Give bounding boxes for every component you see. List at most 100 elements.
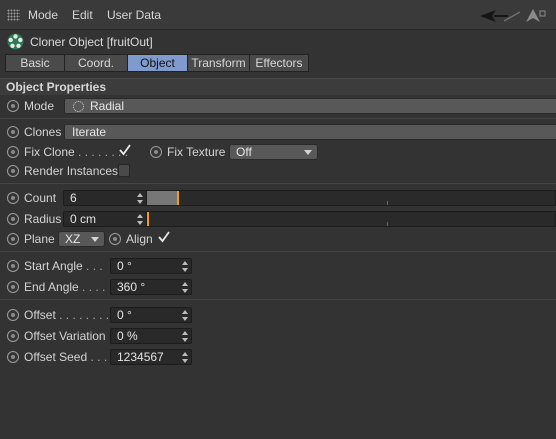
keyframe-icon[interactable] — [7, 146, 19, 158]
keyframe-icon[interactable] — [150, 146, 162, 158]
slider-tick — [387, 201, 388, 205]
chevron-down-icon — [91, 237, 99, 242]
keyframe-icon[interactable] — [7, 233, 19, 245]
keyframe-icon[interactable] — [7, 213, 19, 225]
plane-value: XZ — [65, 232, 81, 246]
count-label: Count — [24, 191, 57, 205]
offset-input[interactable]: 0 ° — [110, 307, 192, 323]
spinner-icon[interactable] — [182, 352, 188, 363]
row-start-angle: Start Angle . . . 0 ° — [0, 257, 556, 275]
row-fix-clone: Fix Clone . . . . . . . . Fix Texture Of… — [0, 143, 556, 161]
slider-handle[interactable] — [147, 212, 149, 226]
menu-mode[interactable]: Mode — [28, 8, 58, 22]
align-checkbox[interactable] — [157, 230, 171, 244]
start-angle-label: Start Angle . . . — [24, 259, 103, 273]
keyframe-icon[interactable] — [7, 165, 19, 177]
mode-label: Mode — [24, 99, 55, 113]
fix-texture-value: Off — [236, 145, 252, 159]
row-render-instances: Render Instances — [0, 162, 556, 180]
back-arrow-icon[interactable] — [480, 10, 508, 22]
radius-input[interactable]: 0 cm — [63, 211, 147, 227]
offset-variation-input[interactable]: 0 % — [110, 328, 192, 344]
keyframe-icon[interactable] — [7, 126, 19, 138]
keyframe-icon[interactable] — [7, 100, 19, 112]
count-slider[interactable] — [146, 190, 556, 206]
spinner-icon[interactable] — [182, 261, 188, 272]
fix-texture-dropdown[interactable]: Off — [229, 144, 318, 160]
section-title: Object Properties — [6, 80, 107, 94]
end-angle-dots: . . . . — [78, 280, 106, 294]
row-offset-seed: Offset Seed . . . 1234567 — [0, 348, 556, 366]
radial-icon — [73, 101, 84, 112]
keyframe-icon[interactable] — [7, 192, 19, 204]
tab-transform[interactable]: Transform — [187, 54, 249, 72]
end-angle-input[interactable]: 360 ° — [110, 279, 192, 295]
end-angle-value: 360 ° — [117, 280, 146, 294]
radius-label: Radius — [24, 212, 62, 226]
fix-clone-label-text: Fix Clone — [24, 145, 75, 159]
align-label: Align — [126, 232, 153, 246]
start-angle-value: 0 ° — [117, 259, 132, 273]
spinner-icon[interactable] — [182, 282, 188, 293]
mode-dropdown[interactable]: Radial — [64, 98, 556, 114]
row-plane: Plane XZ Align — [0, 230, 556, 248]
cloner-icon — [7, 33, 24, 50]
row-clones: Clones Iterate — [0, 123, 556, 141]
tab-coord[interactable]: Coord. — [64, 54, 127, 72]
spinner-icon[interactable] — [182, 331, 188, 342]
offset-label-text: Offset — [24, 308, 56, 322]
section-header: Object Properties — [0, 78, 556, 95]
start-angle-dots: . . . — [82, 259, 103, 273]
mode-value: Radial — [90, 99, 125, 113]
offset-seed-label-text: Offset Seed — [24, 350, 88, 364]
tab-bar: Basic Coord. Object Transform Effectors — [5, 54, 309, 72]
menubar: Mode Edit User Data — [0, 0, 556, 30]
row-offset-variation: Offset Variation 0 % — [0, 327, 556, 345]
slider-fill — [147, 191, 178, 205]
end-angle-label-text: End Angle — [24, 280, 79, 294]
offset-label: Offset . . . . . . . . — [24, 308, 109, 322]
start-angle-label-text: Start Angle — [24, 259, 83, 273]
clones-dropdown[interactable]: Iterate — [64, 124, 556, 140]
tab-basic[interactable]: Basic — [5, 54, 64, 72]
tab-object[interactable]: Object — [127, 54, 187, 72]
offset-seed-input[interactable]: 1234567 — [110, 349, 192, 365]
object-title: Cloner Object [fruitOut] — [30, 35, 153, 49]
keyframe-icon[interactable] — [7, 260, 19, 272]
keyframe-icon[interactable] — [7, 330, 19, 342]
navigation-arrows — [480, 9, 546, 22]
spinner-icon[interactable] — [137, 193, 143, 204]
row-count: Count 6 — [0, 189, 556, 207]
fix-clone-checkbox[interactable] — [118, 143, 132, 157]
menu-edit[interactable]: Edit — [72, 8, 93, 22]
plane-dropdown[interactable]: XZ — [58, 231, 105, 247]
start-angle-input[interactable]: 0 ° — [110, 258, 192, 274]
separator — [0, 183, 556, 184]
render-instances-checkbox[interactable] — [118, 164, 130, 177]
up-arrow-icon[interactable] — [526, 9, 540, 22]
separator — [0, 299, 556, 300]
end-angle-label: End Angle . . . . — [24, 280, 105, 294]
offset-seed-value: 1234567 — [117, 350, 164, 364]
clones-label: Clones — [24, 125, 62, 139]
spinner-icon[interactable] — [137, 214, 143, 225]
offset-seed-dots: . . . — [87, 350, 108, 364]
tab-effectors[interactable]: Effectors — [249, 54, 309, 72]
grip-icon[interactable] — [7, 9, 20, 21]
radius-slider[interactable] — [146, 211, 556, 227]
keyframe-icon[interactable] — [7, 351, 19, 363]
plane-label: Plane — [24, 232, 55, 246]
offset-value: 0 ° — [117, 308, 132, 322]
menu-user-data[interactable]: User Data — [107, 8, 161, 22]
spinner-icon[interactable] — [182, 310, 188, 321]
radius-value: 0 cm — [70, 212, 97, 226]
new-window-icon[interactable] — [539, 10, 546, 17]
slider-handle[interactable] — [177, 191, 179, 205]
row-end-angle: End Angle . . . . 360 ° — [0, 278, 556, 296]
keyframe-icon[interactable] — [7, 281, 19, 293]
separator — [0, 118, 556, 119]
keyframe-icon[interactable] — [7, 309, 19, 321]
keyframe-icon[interactable] — [109, 233, 121, 245]
render-instances-label: Render Instances — [24, 164, 119, 178]
count-input[interactable]: 6 — [63, 190, 147, 206]
